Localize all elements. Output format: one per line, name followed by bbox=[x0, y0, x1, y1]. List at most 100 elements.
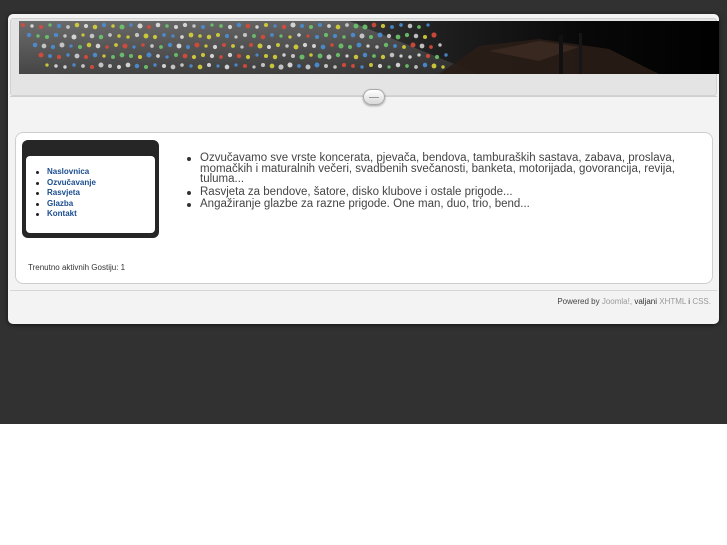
console-knob bbox=[161, 63, 167, 69]
console-knob bbox=[89, 33, 95, 39]
console-knob bbox=[377, 63, 383, 69]
console-knob bbox=[152, 34, 158, 40]
console-knob bbox=[444, 53, 448, 57]
console-knob bbox=[345, 23, 349, 27]
console-knob bbox=[332, 33, 338, 39]
console-knob bbox=[266, 44, 272, 50]
console-knob bbox=[333, 65, 337, 69]
console-knob bbox=[282, 53, 286, 57]
console-knob bbox=[414, 65, 418, 69]
console-knob bbox=[38, 24, 44, 30]
console-knob bbox=[36, 34, 40, 38]
console-knob bbox=[54, 64, 58, 68]
console-knob bbox=[182, 22, 188, 28]
console-knob bbox=[281, 24, 287, 30]
console-knob bbox=[285, 44, 289, 48]
console-knob bbox=[399, 54, 403, 58]
console-knob bbox=[287, 62, 293, 68]
main-menu-module: Naslovnica Ozvučavanje Rasvjeta Glazba K… bbox=[22, 140, 159, 238]
console-knob bbox=[134, 63, 140, 69]
console-knob bbox=[255, 25, 259, 29]
console-knob bbox=[248, 42, 254, 48]
console-knob bbox=[156, 54, 160, 58]
console-knob bbox=[362, 24, 368, 30]
xhtml-link[interactable]: XHTML bbox=[659, 297, 686, 306]
console-knob bbox=[191, 54, 197, 60]
menu-item-glazba[interactable]: Glazba bbox=[36, 199, 96, 210]
console-knob bbox=[224, 33, 230, 39]
console-knob bbox=[209, 53, 215, 59]
console-knob bbox=[74, 22, 80, 28]
console-knob bbox=[341, 62, 347, 68]
console-knob bbox=[302, 42, 308, 48]
service-item: Ozvučavamo sve vrste koncerata, pjevača,… bbox=[186, 152, 686, 185]
console-knob bbox=[111, 55, 115, 59]
console-knob bbox=[89, 64, 95, 70]
console-knob bbox=[330, 43, 334, 47]
console-knob bbox=[95, 43, 101, 49]
console-knob bbox=[180, 63, 184, 67]
console-knob bbox=[242, 63, 248, 69]
console-knob bbox=[224, 64, 230, 70]
menu-item-kontakt[interactable]: Kontakt bbox=[36, 209, 96, 220]
console-knob bbox=[276, 43, 280, 47]
console-knob bbox=[59, 42, 65, 48]
console-knob bbox=[215, 32, 221, 38]
console-knob bbox=[162, 33, 166, 37]
console-knob bbox=[257, 43, 263, 49]
console-knob bbox=[335, 24, 341, 30]
collapse-toggle-button[interactable] bbox=[363, 89, 385, 105]
console-knob bbox=[216, 64, 220, 68]
css-link[interactable]: CSS bbox=[692, 297, 708, 306]
console-knob bbox=[165, 24, 169, 28]
console-knob bbox=[399, 23, 403, 27]
console-knob bbox=[429, 45, 433, 49]
console-knob bbox=[114, 43, 118, 47]
console-knob bbox=[86, 42, 92, 48]
console-knob bbox=[111, 24, 115, 28]
console-knob bbox=[299, 54, 305, 60]
menu-item-naslovnica[interactable]: Naslovnica bbox=[36, 167, 96, 178]
console-knob bbox=[206, 34, 212, 40]
console-knob bbox=[288, 35, 292, 39]
console-knob bbox=[170, 64, 176, 70]
console-knob bbox=[351, 64, 355, 68]
console-knob bbox=[77, 44, 83, 50]
console-knob bbox=[242, 32, 248, 38]
console-knob bbox=[30, 24, 34, 28]
console-knob bbox=[410, 42, 416, 48]
console-knob bbox=[375, 45, 379, 49]
console-knob bbox=[155, 22, 161, 28]
console-knob bbox=[353, 54, 359, 60]
console-knob bbox=[92, 24, 98, 30]
console-knob bbox=[108, 33, 112, 37]
service-item: Rasvjeta za bendove, šatore, disko klubo… bbox=[186, 186, 686, 198]
console-knob bbox=[44, 34, 50, 40]
console-knob bbox=[260, 34, 266, 40]
console-knob bbox=[407, 23, 413, 29]
joomla-link[interactable]: Joomla! bbox=[602, 297, 630, 306]
console-knob bbox=[426, 23, 430, 27]
console-knob bbox=[83, 54, 89, 60]
console-knob bbox=[317, 22, 323, 28]
menu-item-rasvjeta[interactable]: Rasvjeta bbox=[36, 188, 96, 199]
console-knob bbox=[41, 43, 47, 49]
console-knob bbox=[212, 44, 218, 50]
console-knob bbox=[146, 52, 152, 58]
console-knob bbox=[74, 53, 80, 59]
console-knob bbox=[122, 43, 128, 49]
console-knob bbox=[273, 24, 277, 28]
console-knob bbox=[317, 53, 323, 59]
service-item: Angažiranje glazbe za razne prigode. One… bbox=[186, 199, 686, 210]
console-knob bbox=[383, 42, 389, 48]
console-knob bbox=[180, 35, 184, 39]
console-knob bbox=[126, 35, 130, 39]
console-knob bbox=[314, 62, 320, 68]
console-knob bbox=[200, 52, 206, 58]
console-knob bbox=[390, 25, 394, 29]
console-knob bbox=[56, 54, 62, 60]
menu-item-ozvucavanje[interactable]: Ozvučavanje bbox=[36, 178, 96, 189]
console-knob bbox=[48, 23, 52, 27]
console-knob bbox=[431, 63, 437, 69]
console-knob bbox=[320, 44, 326, 50]
